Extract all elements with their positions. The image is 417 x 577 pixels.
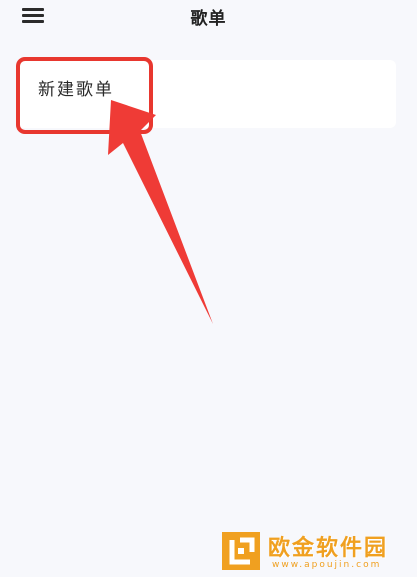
arrow-shape [108, 100, 213, 324]
watermark-url: www.apoujin.com [272, 560, 382, 570]
watermark-name: 欧金软件园 [268, 536, 389, 561]
watermark: 欧金软件园 www.apoujin.com [220, 530, 414, 576]
page-title: 歌单 [190, 9, 227, 29]
app-screen: 歌单 新建歌单 欧金软件园 www.apoujin.com [0, 0, 417, 577]
top-bar: 歌单 [0, 0, 417, 34]
new-playlist-button[interactable]: 新建歌单 [18, 60, 150, 128]
watermark-logo-icon [222, 532, 260, 570]
